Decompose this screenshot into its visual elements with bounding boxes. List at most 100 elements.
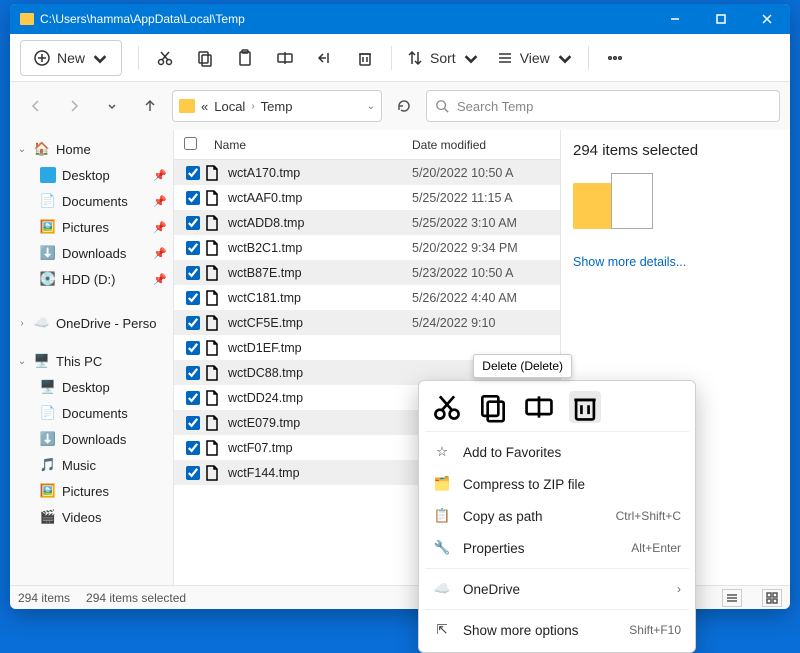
sidebar-item-pc-videos[interactable]: 🎬Videos: [10, 504, 173, 530]
home-icon: 🏠: [34, 141, 50, 157]
search-input[interactable]: Search Temp: [426, 90, 780, 122]
title-bar[interactable]: C:\Users\hamma\AppData\Local\Temp: [10, 4, 790, 34]
file-icon: [202, 465, 222, 481]
row-checkbox[interactable]: [186, 441, 200, 455]
sidebar-item-pc-pictures[interactable]: 🖼️Pictures: [10, 478, 173, 504]
copy-button[interactable]: [185, 40, 225, 76]
ctx-onedrive[interactable]: ☁️OneDrive›: [425, 573, 689, 605]
table-row[interactable]: wctB87E.tmp 5/23/2022 10:50 A: [174, 260, 560, 285]
row-checkbox[interactable]: [186, 291, 200, 305]
sidebar-item-desktop[interactable]: Desktop📌: [10, 162, 173, 188]
pin-icon: 📌: [153, 273, 167, 286]
sidebar: ⌄🏠Home Desktop📌 📄Documents📌 🖼️Pictures📌 …: [10, 130, 174, 585]
forward-button[interactable]: [58, 90, 90, 122]
row-checkbox[interactable]: [186, 416, 200, 430]
breadcrumb-current[interactable]: Temp: [261, 99, 293, 114]
row-checkbox[interactable]: [186, 466, 200, 480]
row-checkbox[interactable]: [186, 366, 200, 380]
pin-icon: 📌: [153, 221, 167, 234]
refresh-button[interactable]: [388, 90, 420, 122]
list-header: Name Date modified: [174, 130, 560, 160]
videos-icon: 🎬: [40, 509, 56, 525]
context-menu: ☆Add to Favorites 🗂️Compress to ZIP file…: [418, 380, 696, 653]
sidebar-item-pc-downloads[interactable]: ⬇️Downloads: [10, 426, 173, 452]
breadcrumb-parent[interactable]: Local: [214, 99, 245, 114]
chevron-down-icon[interactable]: ⌄: [367, 101, 375, 112]
ctx-properties[interactable]: 🔧PropertiesAlt+Enter: [425, 532, 689, 564]
up-button[interactable]: [134, 90, 166, 122]
sidebar-item-pc-music[interactable]: 🎵Music: [10, 452, 173, 478]
share-button[interactable]: [305, 40, 345, 76]
row-checkbox[interactable]: [186, 191, 200, 205]
table-row[interactable]: wctA170.tmp 5/20/2022 10:50 A: [174, 160, 560, 185]
sidebar-item-pc-desktop[interactable]: 🖥️Desktop: [10, 374, 173, 400]
selection-count: 294 items selected: [573, 142, 778, 159]
row-checkbox[interactable]: [186, 166, 200, 180]
ctx-cut-button[interactable]: [431, 391, 463, 423]
table-row[interactable]: wctADD8.tmp 5/25/2022 3:10 AM: [174, 210, 560, 235]
row-checkbox[interactable]: [186, 216, 200, 230]
history-button[interactable]: [96, 90, 128, 122]
show-more-details[interactable]: Show more details...: [573, 255, 778, 269]
ctx-delete-button[interactable]: [569, 391, 601, 423]
ctx-rename-button[interactable]: [523, 391, 555, 423]
file-icon: [202, 340, 222, 356]
paste-button[interactable]: [225, 40, 265, 76]
minimize-button[interactable]: [652, 4, 698, 34]
address-bar[interactable]: « Local › Temp ⌄: [172, 90, 382, 122]
chevron-right-icon: ›: [251, 101, 254, 112]
onedrive-icon: ☁️: [34, 315, 50, 331]
ctx-show-more[interactable]: ⇱Show more optionsShift+F10: [425, 614, 689, 646]
table-row[interactable]: wctB2C1.tmp 5/20/2022 9:34 PM: [174, 235, 560, 260]
file-name: wctC181.tmp: [222, 291, 412, 305]
documents-icon: 📄: [40, 193, 56, 209]
row-checkbox[interactable]: [186, 341, 200, 355]
file-date: 5/23/2022 10:50 A: [412, 266, 560, 280]
view-button[interactable]: View: [488, 40, 582, 76]
window-title: C:\Users\hamma\AppData\Local\Temp: [40, 12, 245, 26]
file-icon: [202, 390, 222, 406]
maximize-button[interactable]: [698, 4, 744, 34]
sidebar-item-downloads[interactable]: ⬇️Downloads📌: [10, 240, 173, 266]
column-date[interactable]: Date modified: [412, 138, 560, 152]
selection-thumbnail: [573, 173, 663, 245]
sidebar-item-documents[interactable]: 📄Documents📌: [10, 188, 173, 214]
onedrive-icon: ☁️: [433, 580, 451, 598]
sidebar-item-onedrive[interactable]: ›☁️OneDrive - Perso: [10, 310, 173, 336]
thumbnails-view-icon[interactable]: [762, 589, 782, 607]
sidebar-item-pictures[interactable]: 🖼️Pictures📌: [10, 214, 173, 240]
column-name[interactable]: Name: [208, 138, 412, 152]
sidebar-item-thispc[interactable]: ⌄🖥️This PC: [10, 348, 173, 374]
row-checkbox[interactable]: [186, 266, 200, 280]
nav-row: « Local › Temp ⌄ Search Temp: [10, 82, 790, 130]
sidebar-item-hdd[interactable]: 💽HDD (D:)📌: [10, 266, 173, 292]
details-view-icon[interactable]: [722, 589, 742, 607]
ctx-add-favorites[interactable]: ☆Add to Favorites: [425, 436, 689, 468]
sort-button[interactable]: Sort: [398, 40, 488, 76]
table-row[interactable]: wctCF5E.tmp 5/24/2022 9:10: [174, 310, 560, 335]
file-icon: [202, 415, 222, 431]
desktop-icon: 🖥️: [40, 379, 56, 395]
sidebar-item-home[interactable]: ⌄🏠Home: [10, 136, 173, 162]
row-checkbox[interactable]: [186, 391, 200, 405]
ctx-copy-button[interactable]: [477, 391, 509, 423]
file-name: wctE079.tmp: [222, 416, 412, 430]
row-checkbox[interactable]: [186, 241, 200, 255]
delete-button[interactable]: [345, 40, 385, 76]
cut-button[interactable]: [145, 40, 185, 76]
music-icon: 🎵: [40, 457, 56, 473]
more-button[interactable]: [595, 40, 635, 76]
ctx-copy-path[interactable]: 📋Copy as pathCtrl+Shift+C: [425, 500, 689, 532]
select-all-checkbox[interactable]: [184, 137, 197, 150]
ctx-compress-zip[interactable]: 🗂️Compress to ZIP file: [425, 468, 689, 500]
new-button[interactable]: New: [20, 40, 122, 76]
table-row[interactable]: wctAAF0.tmp 5/25/2022 11:15 A: [174, 185, 560, 210]
back-button[interactable]: [20, 90, 52, 122]
table-row[interactable]: wctC181.tmp 5/26/2022 4:40 AM: [174, 285, 560, 310]
zip-icon: 🗂️: [433, 475, 451, 493]
close-button[interactable]: [744, 4, 790, 34]
row-checkbox[interactable]: [186, 316, 200, 330]
rename-button[interactable]: [265, 40, 305, 76]
sidebar-item-pc-documents[interactable]: 📄Documents: [10, 400, 173, 426]
status-item-count: 294 items: [18, 591, 70, 605]
